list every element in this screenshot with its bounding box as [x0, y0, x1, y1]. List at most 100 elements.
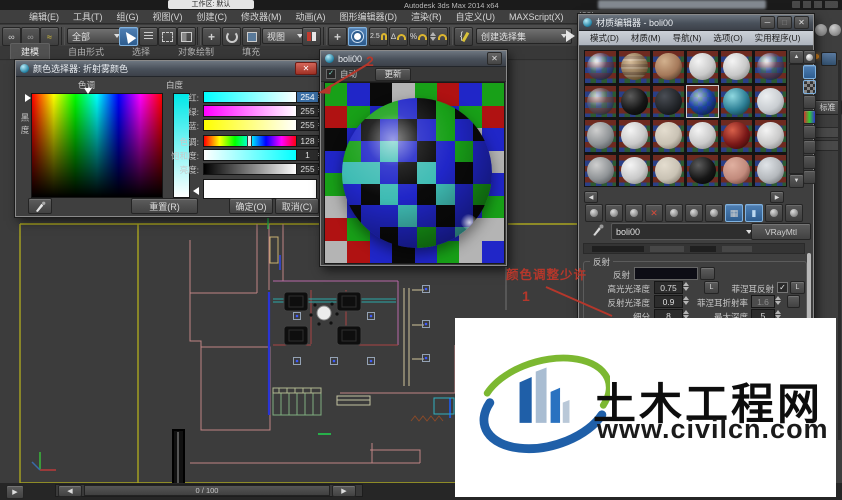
reflect-map-button[interactable]: [700, 267, 715, 280]
blackness-marker[interactable]: [25, 94, 35, 102]
slots-scroll-up-button[interactable]: ▲: [789, 50, 804, 64]
video-color-check-icon[interactable]: [803, 110, 816, 124]
auto-checkbox[interactable]: ✓: [326, 69, 336, 79]
status-play-button[interactable]: ▶: [6, 485, 24, 499]
material-slot[interactable]: [686, 119, 719, 153]
material-slot[interactable]: [754, 153, 787, 187]
options-icon[interactable]: [803, 140, 816, 154]
me-menu-item-3[interactable]: 选项(O): [708, 32, 747, 44]
go-to-parent-button[interactable]: [765, 204, 783, 222]
fresnel-ior-spinner[interactable]: [775, 295, 783, 306]
hilight-gloss-value[interactable]: 0.75: [654, 281, 683, 294]
material-slot[interactable]: [584, 119, 617, 153]
panel-scrollbar[interactable]: [838, 60, 841, 440]
make-material-copy-button[interactable]: [665, 204, 683, 222]
put-to-library-button[interactable]: [685, 204, 703, 222]
sample-type-sphere-icon[interactable]: [803, 50, 816, 64]
material-slot[interactable]: [720, 153, 753, 187]
refl-gloss-spinner[interactable]: [683, 295, 691, 306]
sample-uv-tiling-icon[interactable]: [803, 95, 816, 109]
material-name-dropdown[interactable]: boli00: [611, 223, 757, 240]
hilight-gloss-lock-button[interactable]: L: [704, 281, 719, 294]
get-material-button[interactable]: [585, 204, 603, 222]
eyedropper-icon[interactable]: [591, 223, 605, 237]
render-production-icon[interactable]: [829, 24, 841, 36]
material-slot[interactable]: [754, 119, 787, 153]
material-slot[interactable]: [652, 50, 685, 84]
color-channel-bar[interactable]: [203, 149, 298, 161]
material-slot[interactable]: [720, 119, 753, 153]
material-slot[interactable]: [720, 84, 753, 118]
color-channel-value[interactable]: 1: [296, 149, 319, 161]
slots-scroll-down-button[interactable]: ▼: [789, 174, 804, 188]
fresnel-ior-map-button[interactable]: [787, 295, 800, 308]
material-slot[interactable]: [584, 84, 617, 118]
material-slot[interactable]: [618, 84, 651, 118]
close-icon[interactable]: ✕: [794, 16, 809, 29]
material-slot[interactable]: [618, 153, 651, 187]
color-channel-bar[interactable]: [203, 119, 298, 131]
material-slot[interactable]: [686, 84, 719, 118]
me-menu-item-1[interactable]: 材质(M): [626, 32, 666, 44]
me-menu-item-4[interactable]: 实用程序(U): [750, 32, 806, 44]
rollout-scroll-thumb[interactable]: [807, 253, 811, 321]
material-slot[interactable]: [754, 50, 787, 84]
show-map-in-viewport-button[interactable]: ▦: [725, 204, 743, 222]
hue-marker[interactable]: [84, 88, 92, 98]
color-channel-bar[interactable]: [203, 163, 298, 175]
me-menu-item-2[interactable]: 导航(N): [668, 32, 707, 44]
cancel-button[interactable]: 取消(C): [275, 198, 319, 214]
maximize-button[interactable]: □: [777, 16, 792, 29]
fresnel-ior-value[interactable]: 1.6: [751, 295, 775, 308]
material-slot[interactable]: [686, 153, 719, 187]
sample-screen-color-button[interactable]: [28, 198, 52, 214]
material-type-button[interactable]: VRayMtl: [751, 223, 811, 240]
material-slot[interactable]: [652, 153, 685, 187]
color-selector-titlebar[interactable]: 颜色选择器: 折射雾颜色 ✕: [16, 61, 321, 77]
background-icon[interactable]: [803, 80, 816, 94]
color-channel-value[interactable]: 254: [296, 91, 319, 103]
slots-scroll-left-button[interactable]: ◀: [584, 191, 598, 203]
refl-gloss-value[interactable]: 0.9: [654, 295, 683, 308]
material-slot[interactable]: [584, 153, 617, 187]
go-forward-to-sibling-button[interactable]: [785, 204, 803, 222]
color-channel-value[interactable]: 255: [296, 105, 319, 117]
color-channel-value[interactable]: 128: [296, 135, 319, 147]
make-preview-icon[interactable]: [803, 125, 816, 139]
color-channel-value[interactable]: 255: [296, 163, 319, 175]
minimize-button[interactable]: ─: [760, 16, 775, 29]
fresnel-checkbox[interactable]: ✓: [777, 282, 788, 293]
material-slot[interactable]: [652, 119, 685, 153]
material-slot[interactable]: [618, 119, 651, 153]
material-slot[interactable]: [686, 50, 719, 84]
put-material-to-scene-button[interactable]: [605, 204, 623, 222]
fresnel-lock-button[interactable]: L: [790, 281, 805, 294]
backlight-icon[interactable]: [803, 65, 816, 79]
reset-button[interactable]: 重置(R): [131, 198, 198, 214]
me-menu-item-0[interactable]: 模式(D): [585, 32, 624, 44]
material-slot[interactable]: [584, 50, 617, 84]
color-channel-bar[interactable]: [203, 91, 298, 103]
hue-bar-marker[interactable]: [247, 135, 252, 147]
material-slot[interactable]: [618, 50, 651, 84]
close-icon[interactable]: ✕: [487, 52, 502, 65]
timeline-next-button[interactable]: ▶: [332, 485, 356, 497]
material-map-navigator-icon[interactable]: [803, 170, 816, 184]
show-end-result-button[interactable]: ▮: [745, 204, 763, 222]
slots-scroll-right-button[interactable]: ▶: [770, 191, 784, 203]
render-setup-icon[interactable]: [815, 24, 827, 36]
material-id-channel-button[interactable]: [705, 204, 723, 222]
update-button[interactable]: 更新: [375, 67, 412, 81]
preview-titlebar[interactable]: boli00 ✕: [321, 51, 506, 67]
timeline-prev-button[interactable]: ◀: [58, 485, 82, 497]
close-icon[interactable]: ✕: [295, 62, 317, 75]
color-channel-value[interactable]: 255: [296, 119, 319, 131]
reset-map-button[interactable]: ✕: [645, 204, 663, 222]
material-slot[interactable]: [652, 84, 685, 118]
material-slot[interactable]: [720, 50, 753, 84]
whiteness-marker[interactable]: [189, 187, 199, 195]
color-channel-bar[interactable]: [203, 105, 298, 117]
hilight-gloss-spinner[interactable]: [683, 281, 691, 292]
time-slider[interactable]: 0 / 100: [84, 485, 330, 496]
slots-scrollbar[interactable]: [789, 64, 804, 174]
